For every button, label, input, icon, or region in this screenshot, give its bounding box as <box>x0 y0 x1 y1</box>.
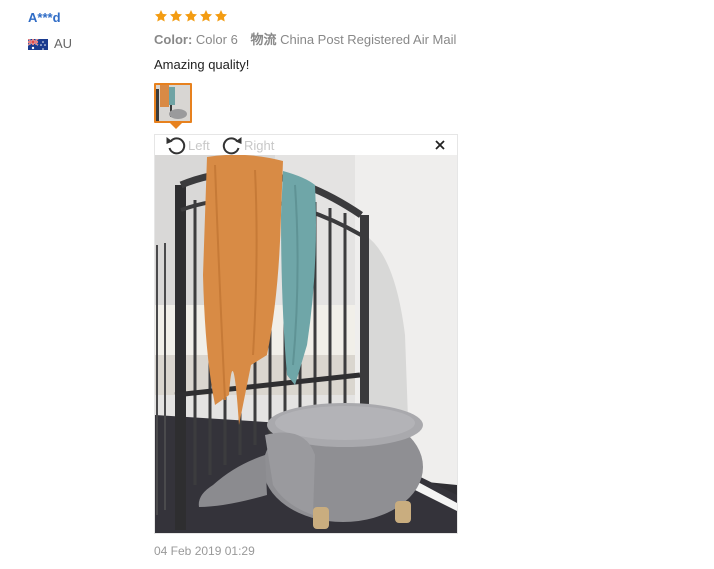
shipping-label: 物流 <box>250 32 277 47</box>
rotate-right-icon <box>222 137 242 155</box>
rotate-left-icon <box>166 137 186 155</box>
review-attributes: Color: Color 6 物流 China Post Registered … <box>154 32 456 48</box>
close-viewer-button[interactable] <box>433 138 447 152</box>
thumbnail-pointer <box>169 122 183 129</box>
rotate-left-label: Left <box>188 137 210 153</box>
review-text: Amazing quality! <box>154 57 250 72</box>
star-icon <box>184 10 198 22</box>
reviewer-country: AU <box>28 36 72 52</box>
star-icon <box>214 10 228 22</box>
photo-viewer: Left Right <box>154 134 458 534</box>
color-label: Color: <box>154 32 193 47</box>
reviewer-name[interactable]: A***d <box>28 10 61 26</box>
rotate-right-label: Right <box>244 137 275 153</box>
rotate-left-button[interactable]: Left <box>165 135 210 155</box>
country-code: AU <box>54 36 73 51</box>
australia-flag-icon <box>28 38 48 50</box>
rotate-right-button[interactable]: Right <box>221 135 274 155</box>
star-rating <box>154 9 228 23</box>
color-value: Color 6 <box>195 32 238 47</box>
review-photo <box>155 155 457 533</box>
star-icon <box>154 10 168 22</box>
viewer-toolbar: Left Right <box>155 135 457 155</box>
close-icon <box>435 140 445 150</box>
star-icon <box>169 10 183 22</box>
star-icon <box>199 10 213 22</box>
photo-thumbnail[interactable] <box>154 83 192 123</box>
review-date: 04 Feb 2019 01:29 <box>154 544 255 558</box>
shipping-value: China Post Registered Air Mail <box>280 32 457 47</box>
